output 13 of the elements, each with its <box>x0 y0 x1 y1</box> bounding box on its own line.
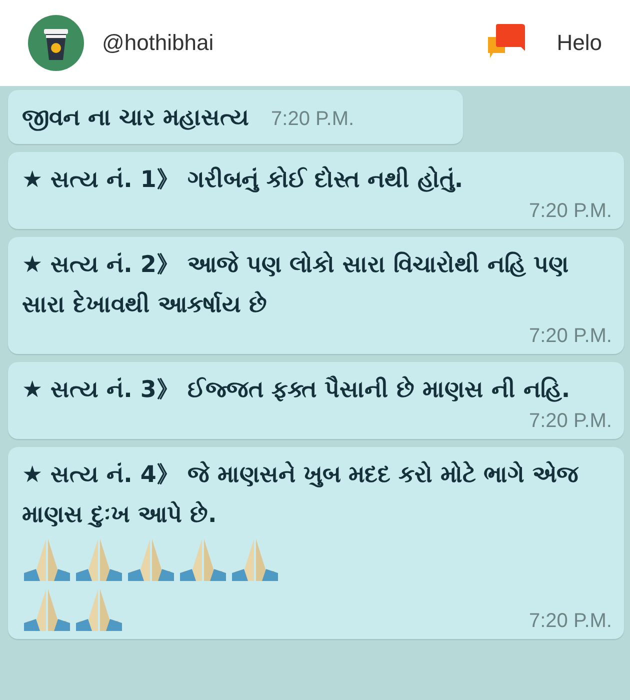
message-time: 7:20 P.M. <box>528 325 612 348</box>
username[interactable]: @hothibhai <box>102 30 214 56</box>
message-time: 7:20 P.M. <box>528 200 612 223</box>
message-text: ★ સત્ય નં. 2》 આજે પણ લોકો સારા વિચારોથી નહિ પણ સારા દેખાવથી આકર્ષાય છે <box>22 250 570 320</box>
message-time: 7:20 P.M. <box>528 410 612 433</box>
app-name: Helo <box>556 30 602 56</box>
message-text: ★ સત્ય નં. 4》 જે માણસને ખુબ મદદ કરો મોટે ભાગે એજ માણસ દુઃખ આપે છે. <box>22 460 580 530</box>
message-text: જીવન ના ચાર મહાસત્ય <box>22 104 250 133</box>
message-time: 7:20 P.M. <box>528 610 612 633</box>
message-text: ★ સત્ય નં. 3》 ઈજ્જત ફક્ત પૈસાની છે માણસ ની નહિ. <box>22 374 572 405</box>
avatar-cup-icon[interactable] <box>28 15 84 71</box>
message-text: ★ સત્ય નં. 1》 ગરીબનું કોઈ દોસ્ત નથી હોતું. <box>22 165 464 195</box>
message-time: 7:20 P.M. <box>271 108 354 131</box>
